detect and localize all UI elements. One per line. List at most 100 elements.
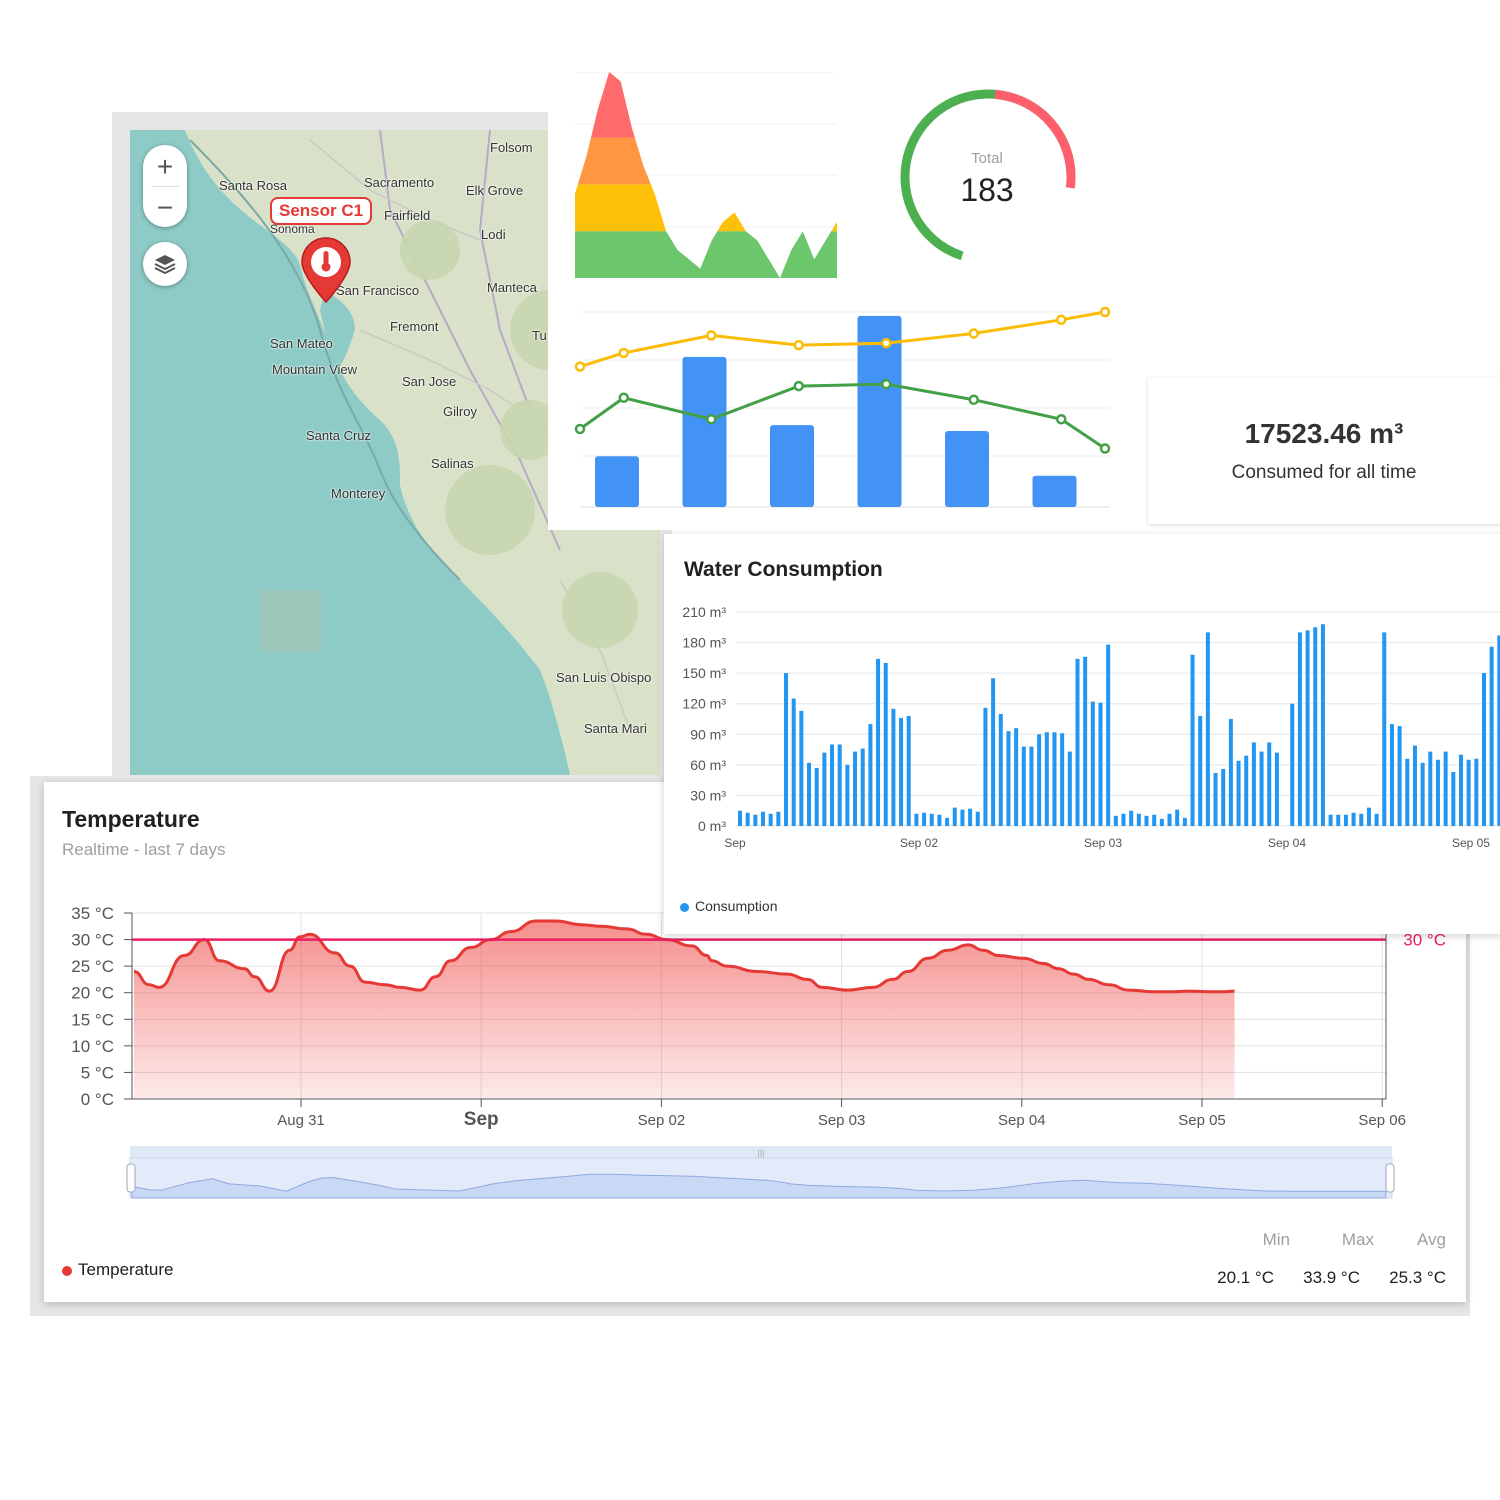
combo-line-point	[1056, 414, 1067, 425]
combo-line-point	[881, 337, 892, 349]
temperature-subtitle: Realtime - last 7 days	[62, 840, 226, 859]
water-bar	[1443, 751, 1448, 826]
water-bar	[1405, 758, 1410, 826]
map-city-label: Mountain View	[272, 362, 358, 377]
total-consumption-value: 17523.46 m³	[1244, 418, 1404, 449]
stat-avg-value: 25.3 °C	[1389, 1268, 1446, 1287]
stat-avg-header: Avg	[1417, 1230, 1446, 1249]
thermometer-marker-icon[interactable]	[300, 236, 352, 304]
water-bar	[1159, 818, 1164, 826]
gauge-label: Total	[971, 150, 1003, 167]
temperature-legend[interactable]: Temperature	[62, 1260, 173, 1280]
water-bar	[937, 814, 942, 826]
water-bar	[1014, 728, 1019, 826]
water-y-tick: 150 m³	[682, 665, 726, 681]
water-bar	[1320, 624, 1325, 826]
water-bar	[1221, 768, 1226, 826]
map-city-label: San Luis Obispo	[556, 670, 652, 685]
water-bar	[1297, 632, 1302, 826]
combo-line-point	[618, 347, 629, 359]
water-bar	[1098, 702, 1103, 826]
combo-bar	[770, 425, 814, 507]
water-bar	[968, 808, 973, 826]
combo-line-point	[793, 339, 804, 351]
widgets-card: Total 183	[548, 71, 1148, 530]
water-bar	[1075, 658, 1080, 826]
water-bar	[1029, 746, 1034, 826]
combo-line-1	[579, 382, 1106, 450]
water-x-tick: Sep 03	[1084, 836, 1122, 850]
water-y-tick: 120 m³	[682, 696, 726, 712]
stat-min-header: Min	[1262, 1230, 1290, 1249]
water-bar	[1359, 813, 1364, 826]
stat-max-header: Max	[1341, 1230, 1374, 1249]
water-bar	[1267, 742, 1272, 826]
water-bar	[1190, 654, 1195, 826]
water-bar	[891, 708, 896, 826]
navigator-left-handle[interactable]	[126, 1163, 136, 1193]
water-bar	[1420, 762, 1425, 826]
zoom-out-button[interactable]: −	[143, 188, 187, 228]
water-bar	[1389, 724, 1394, 826]
water-bar	[822, 752, 827, 826]
gauge-value: 183	[960, 172, 1013, 208]
water-bar	[1451, 771, 1456, 826]
sensor-label[interactable]: Sensor C1	[270, 197, 373, 225]
water-bar	[1090, 701, 1095, 826]
water-bar	[1198, 715, 1203, 826]
combo-line-point	[1099, 306, 1111, 318]
water-bar	[1167, 813, 1172, 826]
water-bar	[768, 813, 773, 826]
temp-y-tick: 30 °C	[71, 931, 114, 950]
water-bar	[1136, 813, 1141, 826]
combo-bar	[595, 456, 639, 507]
water-bar	[1458, 754, 1463, 826]
water-bar	[761, 811, 766, 826]
water-bar	[876, 658, 881, 826]
map-city-label: Gilroy	[443, 404, 477, 419]
water-bar	[1290, 703, 1295, 826]
water-bar	[791, 698, 796, 826]
water-bar	[738, 810, 742, 826]
water-bar	[1435, 759, 1440, 826]
combo-bar	[682, 356, 727, 507]
water-bar	[1428, 751, 1433, 826]
stat-min-value: 20.1 °C	[1217, 1268, 1274, 1287]
temp-y-tick: 25 °C	[71, 957, 114, 976]
water-bar	[945, 817, 950, 826]
zoom-in-button[interactable]: +	[143, 147, 187, 187]
combo-line-point	[574, 423, 586, 435]
temp-y-tick: 5 °C	[81, 1063, 114, 1082]
layers-button[interactable]	[143, 242, 187, 286]
water-bar	[1305, 630, 1310, 826]
temp-x-tick: Aug 31	[277, 1112, 325, 1129]
area-band-2	[575, 137, 837, 185]
legend-dot	[680, 902, 689, 912]
zoom-divider	[151, 186, 179, 187]
water-bar	[914, 813, 919, 826]
area-band-1	[575, 184, 837, 232]
temp-y-tick: 35 °C	[71, 904, 114, 923]
range-navigator[interactable]: |||	[124, 1144, 1404, 1206]
water-bar	[1259, 751, 1264, 826]
navigator-right-handle[interactable]	[1385, 1163, 1395, 1193]
water-x-tick: Sep 02	[900, 836, 938, 850]
water-bar	[1474, 758, 1479, 826]
water-bar	[799, 710, 804, 826]
water-bar	[1366, 807, 1371, 826]
water-bar	[1481, 673, 1486, 826]
combo-line-point	[881, 378, 892, 390]
water-legend[interactable]: Consumption	[680, 898, 778, 914]
total-consumption-label: Consumed for all time	[1231, 462, 1417, 483]
legend-label: Temperature	[78, 1260, 174, 1279]
water-bar	[853, 751, 858, 826]
water-x-tick: Sep 05	[1452, 836, 1490, 850]
water-bar	[1213, 773, 1218, 826]
bar-line-chart	[574, 306, 1111, 508]
water-bar	[1121, 813, 1126, 826]
water-bar	[983, 707, 988, 826]
water-bar	[1083, 656, 1088, 826]
temperature-area	[134, 921, 1235, 1099]
temp-x-tick: Sep 03	[818, 1112, 866, 1129]
water-bar	[960, 809, 965, 826]
